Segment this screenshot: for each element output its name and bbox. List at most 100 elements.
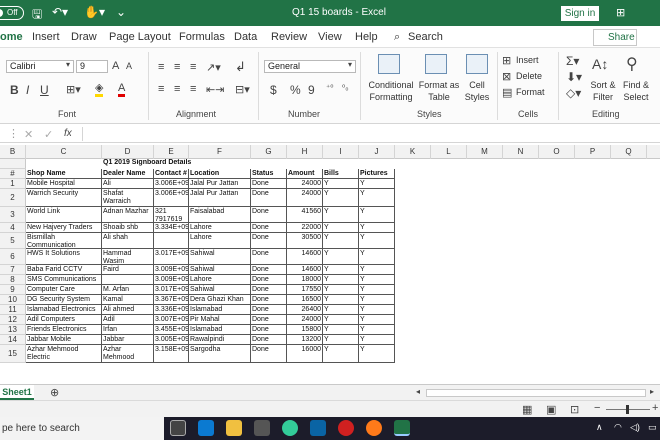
formula-input[interactable]	[82, 127, 660, 141]
font-name-box[interactable]: Calibri	[6, 60, 74, 73]
merge-center-icon[interactable]: ⊟▾	[235, 83, 250, 96]
data-cell[interactable]: 13200	[287, 335, 323, 345]
data-cell[interactable]: Y	[323, 275, 359, 285]
horizontal-scrollbar[interactable]	[426, 389, 646, 397]
data-cell[interactable]: 24000	[287, 315, 323, 325]
data-cell[interactable]: Y	[359, 315, 395, 325]
tab-draw[interactable]: Draw	[71, 31, 97, 43]
data-cell[interactable]: Y	[359, 233, 395, 249]
column-header[interactable]: K	[395, 145, 431, 159]
data-cell[interactable]: Done	[251, 325, 287, 335]
row-header[interactable]: 2	[0, 189, 26, 207]
edge-icon[interactable]	[198, 420, 214, 436]
data-cell[interactable]: Jalal Pur Jattan	[189, 189, 251, 207]
data-cell[interactable]: Ali	[102, 179, 154, 189]
delete-button[interactable]: Delete	[516, 71, 542, 81]
data-cell[interactable]: Y	[359, 249, 395, 265]
scroll-right-icon[interactable]: ▸	[650, 387, 654, 396]
tell-me-search[interactable]: Search	[408, 31, 443, 43]
header-cell[interactable]: Location	[189, 169, 251, 179]
row-header[interactable]: 14	[0, 335, 26, 345]
data-cell[interactable]: Done	[251, 345, 287, 363]
data-cell[interactable]: Jalal Pur Jattan	[189, 179, 251, 189]
format-as-table-button[interactable]: Format as Table	[418, 79, 460, 103]
share-button[interactable]: Share	[593, 29, 637, 46]
column-header[interactable]: P	[575, 145, 611, 159]
row-header[interactable]: 7	[0, 265, 26, 275]
data-cell[interactable]	[154, 233, 189, 249]
taskbar-search[interactable]: pe here to search	[0, 417, 164, 440]
data-cell[interactable]: Kamal	[102, 295, 154, 305]
column-header[interactable]: D	[102, 145, 154, 159]
data-cell[interactable]: 3.336E+09	[154, 305, 189, 315]
data-cell[interactable]: Y	[323, 345, 359, 363]
row-header[interactable]: 4	[0, 223, 26, 233]
tab-page-layout[interactable]: Page Layout	[109, 31, 171, 43]
tab-review[interactable]: Review	[271, 31, 307, 43]
data-cell[interactable]: HWS It Solutions	[26, 249, 102, 265]
data-cell[interactable]: Done	[251, 285, 287, 295]
row-header[interactable]: 11	[0, 305, 26, 315]
find-select-button[interactable]: Find & Select	[616, 79, 656, 103]
data-cell[interactable]: Faisalabad	[189, 207, 251, 223]
tab-data[interactable]: Data	[234, 31, 257, 43]
increase-decimal-icon[interactable]: ⁺⁰	[326, 83, 333, 92]
data-cell[interactable]: Faird	[102, 265, 154, 275]
sort-filter-button[interactable]: Sort & Filter	[586, 79, 620, 103]
delete-cells-icon[interactable]: ⊠	[502, 70, 511, 83]
align-right-icon[interactable]: ≡	[190, 83, 196, 95]
data-cell[interactable]: 321 7917619	[154, 207, 189, 223]
align-left-icon[interactable]: ≡	[158, 83, 164, 95]
data-cell[interactable]: Done	[251, 179, 287, 189]
data-cell[interactable]: Done	[251, 223, 287, 233]
data-cell[interactable]: Y	[359, 325, 395, 335]
data-cell[interactable]: Mobile Hospital	[26, 179, 102, 189]
language-icon[interactable]: ▭	[648, 422, 657, 433]
store-icon[interactable]	[254, 420, 270, 436]
currency-button[interactable]: $	[270, 83, 277, 97]
data-cell[interactable]: 16500	[287, 295, 323, 305]
data-cell[interactable]: Y	[359, 275, 395, 285]
row-header[interactable]: 9	[0, 285, 26, 295]
data-cell[interactable]: SMS Communications	[26, 275, 102, 285]
align-middle-icon[interactable]: ≡	[174, 61, 180, 73]
worksheet-grid[interactable]: Q1 2019 Signboard Details # Shop Name Deale…	[0, 159, 660, 384]
save-icon[interactable]: 🖫	[32, 5, 42, 26]
number-format-box[interactable]: General	[264, 60, 356, 73]
data-cell[interactable]: Ali shah	[102, 233, 154, 249]
comma-button[interactable]: 9	[308, 83, 315, 97]
indent-icon[interactable]: ⇤⇥	[206, 83, 224, 96]
data-cell[interactable]: Baba Farid CCTV	[26, 265, 102, 275]
column-header[interactable]: J	[359, 145, 395, 159]
bold-button[interactable]: B	[10, 83, 19, 97]
cell-styles-icon[interactable]	[466, 54, 488, 74]
data-cell[interactable]: Done	[251, 249, 287, 265]
column-header[interactable]: O	[539, 145, 575, 159]
data-cell[interactable]: Done	[251, 233, 287, 249]
column-header[interactable]: Q	[611, 145, 647, 159]
data-cell[interactable]: Hammad Wasim	[102, 249, 154, 265]
cell-styles-button[interactable]: Cell Styles	[458, 79, 496, 103]
data-cell[interactable]: 3.005E+09	[154, 335, 189, 345]
data-cell[interactable]: Friends Electronics	[26, 325, 102, 335]
data-cell[interactable]: Lahore	[189, 233, 251, 249]
customize-qat-icon[interactable]: ⌄	[116, 5, 126, 19]
data-cell[interactable]: Lahore	[189, 223, 251, 233]
data-cell[interactable]: DG Security System	[26, 295, 102, 305]
underline-button[interactable]: U	[40, 83, 49, 97]
data-cell[interactable]: M. Arfan	[102, 285, 154, 295]
header-cell[interactable]: Shop Name	[26, 169, 102, 179]
tab-help[interactable]: Help	[355, 31, 378, 43]
data-cell[interactable]: Computer Care	[26, 285, 102, 295]
font-size-box[interactable]: 9	[76, 60, 108, 73]
header-cell[interactable]: Status	[251, 169, 287, 179]
column-header[interactable]: H	[287, 145, 323, 159]
align-center-icon[interactable]: ≡	[174, 83, 180, 95]
data-cell[interactable]: Islamabad	[189, 305, 251, 315]
format-as-table-icon[interactable]	[425, 54, 447, 74]
data-cell[interactable]: 3.009E+09	[154, 275, 189, 285]
conditional-formatting-icon[interactable]	[378, 54, 400, 74]
data-cell[interactable]: Jabbar	[102, 335, 154, 345]
column-header[interactable]: I	[323, 145, 359, 159]
row-header[interactable]: 8	[0, 275, 26, 285]
